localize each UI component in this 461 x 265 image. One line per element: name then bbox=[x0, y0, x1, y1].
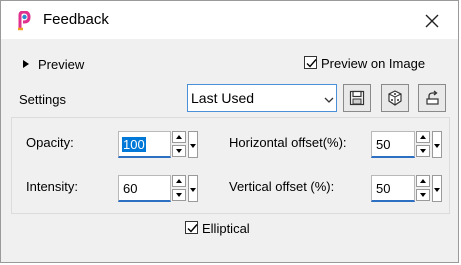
horizontal-offset-input[interactable]: 50 bbox=[371, 131, 415, 158]
preset-select[interactable]: Last Used bbox=[187, 84, 337, 112]
reset-icon bbox=[426, 90, 439, 105]
horizontal-offset-label: Horizontal offset(%): bbox=[229, 135, 347, 150]
opacity-input[interactable]: 100 bbox=[118, 131, 171, 158]
floppy-disk-icon bbox=[349, 90, 365, 106]
chevron-down-icon bbox=[324, 93, 334, 103]
vertical-offset-slider-popup-button[interactable] bbox=[432, 175, 442, 202]
intensity-label: Intensity: bbox=[26, 179, 79, 194]
horizontal-offset-slider-popup-button[interactable] bbox=[432, 131, 442, 158]
settings-panel: Opacity: 100 Intensity: 60 Horizontal of… bbox=[11, 117, 450, 214]
expand-triangle-icon bbox=[23, 60, 29, 68]
intensity-increment-button[interactable] bbox=[172, 175, 186, 187]
settings-label: Settings bbox=[19, 92, 66, 107]
randomize-button[interactable] bbox=[381, 84, 409, 112]
intensity-value: 60 bbox=[123, 181, 138, 196]
vertical-offset-decrement-button[interactable] bbox=[416, 189, 430, 201]
title-bar: Feedback bbox=[1, 1, 458, 39]
vertical-offset-input[interactable]: 50 bbox=[371, 175, 415, 202]
vertical-offset-increment-button[interactable] bbox=[416, 175, 430, 187]
opacity-increment-button[interactable] bbox=[172, 131, 186, 143]
preview-on-image-label[interactable]: Preview on Image bbox=[321, 56, 425, 71]
dialog-window: Feedback Preview Preview on Image Settin… bbox=[0, 0, 459, 263]
intensity-slider-popup-button[interactable] bbox=[188, 175, 198, 202]
app-logo-icon bbox=[15, 10, 35, 31]
elliptical-label[interactable]: Elliptical bbox=[202, 221, 250, 236]
elliptical-checkbox[interactable] bbox=[185, 221, 198, 234]
dice-icon bbox=[388, 90, 402, 106]
horizontal-offset-increment-button[interactable] bbox=[416, 131, 430, 143]
save-preset-button[interactable] bbox=[343, 84, 371, 112]
horizontal-offset-decrement-button[interactable] bbox=[416, 145, 430, 157]
opacity-slider-popup-button[interactable] bbox=[188, 131, 198, 158]
intensity-input[interactable]: 60 bbox=[118, 175, 171, 202]
horizontal-offset-value: 50 bbox=[376, 137, 391, 152]
close-icon[interactable] bbox=[425, 14, 439, 28]
preview-label: Preview bbox=[38, 57, 85, 72]
opacity-value: 100 bbox=[122, 137, 146, 152]
vertical-offset-value: 50 bbox=[376, 181, 391, 196]
preview-on-image-checkbox[interactable] bbox=[304, 56, 317, 69]
window-title: Feedback bbox=[43, 11, 109, 28]
opacity-label: Opacity: bbox=[26, 135, 74, 150]
opacity-decrement-button[interactable] bbox=[172, 145, 186, 157]
preset-value: Last Used bbox=[191, 90, 255, 106]
intensity-decrement-button[interactable] bbox=[172, 189, 186, 201]
vertical-offset-label: Vertical offset (%): bbox=[229, 179, 335, 194]
reset-button[interactable] bbox=[418, 84, 446, 112]
